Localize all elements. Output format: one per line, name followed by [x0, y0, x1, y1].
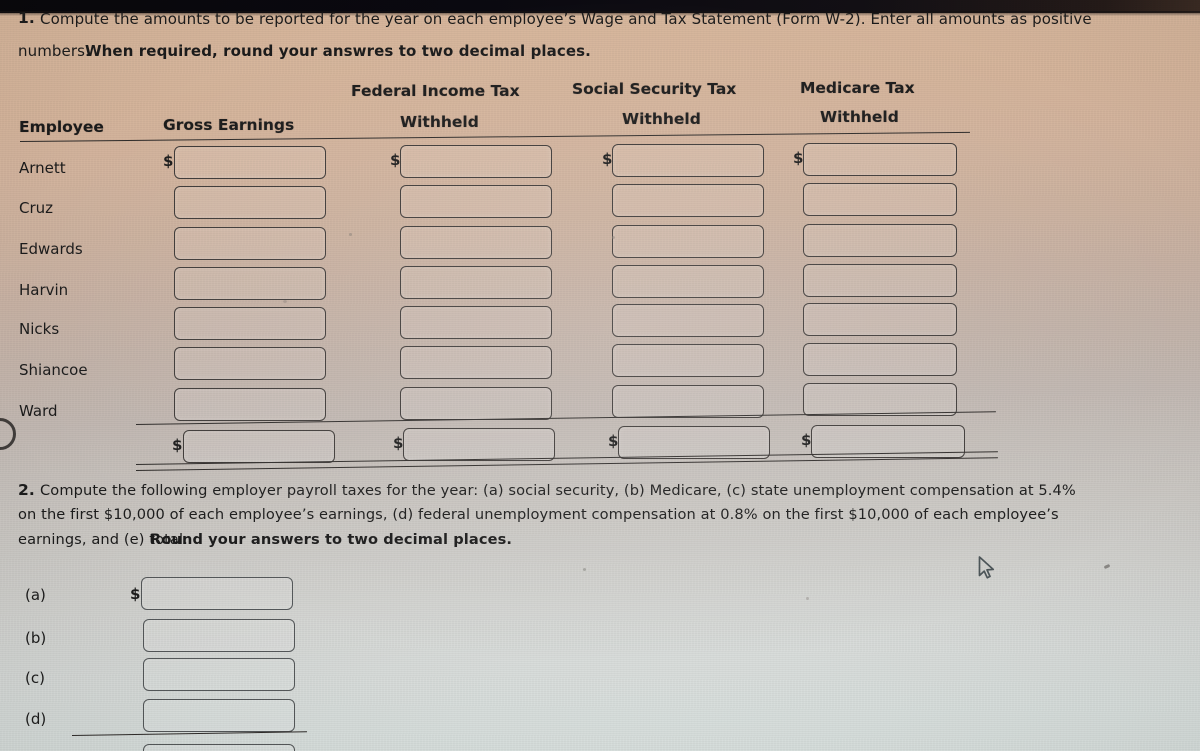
table-row-label-2: Edwards — [19, 240, 83, 258]
column-header-employee: Employee — [19, 118, 104, 136]
currency-symbol-sst-0: $ — [602, 150, 613, 168]
input-social-security-tax-5[interactable] — [612, 344, 764, 377]
input-federal-income-tax-5[interactable] — [400, 346, 552, 379]
photo-speck — [1103, 563, 1111, 570]
input-medicare-tax-5[interactable] — [803, 343, 957, 376]
table-row-label-1: Cruz — [19, 199, 54, 217]
input-social-security-tax-2[interactable] — [612, 225, 764, 258]
input-medicare-tax-3[interactable] — [803, 264, 957, 297]
column-header-social-security-tax-line2: Withheld — [622, 110, 701, 128]
screenshot-photo-of-screen: 1. Compute the amounts to be reported fo… — [0, 0, 1200, 751]
input-answer-d[interactable] — [143, 699, 295, 732]
input-gross-earnings-5[interactable] — [174, 347, 326, 380]
currency-symbol-sst-total: $ — [608, 432, 619, 450]
answers-subtotal-rule — [71, 731, 307, 736]
input-medicare-tax-1[interactable] — [803, 183, 957, 216]
input-federal-income-tax-1[interactable] — [400, 185, 552, 218]
input-federal-income-tax-0[interactable] — [400, 145, 552, 178]
input-social-security-tax-0[interactable] — [612, 144, 764, 177]
answer-label-a: (a) — [25, 586, 46, 604]
question-1-line-2-bold: When required, round your answres to two… — [85, 42, 591, 60]
currency-symbol-med-total: $ — [801, 431, 812, 449]
input-federal-income-tax-3[interactable] — [400, 266, 552, 299]
input-federal-income-tax-2[interactable] — [400, 226, 552, 259]
table-row-label-6: Ward — [19, 402, 58, 420]
cropped-circle-artifact — [0, 418, 16, 450]
input-federal-income-tax-total[interactable] — [403, 428, 555, 461]
input-medicare-tax-4[interactable] — [803, 303, 957, 336]
column-header-medicare-tax-line2: Withheld — [820, 108, 899, 126]
input-federal-income-tax-6[interactable] — [400, 387, 552, 420]
table-row-label-5: Shiancoe — [19, 361, 88, 379]
input-social-security-tax-3[interactable] — [612, 265, 764, 298]
column-header-social-security-tax-line1: Social Security Tax — [572, 80, 737, 98]
mouse-pointer-icon — [978, 556, 995, 580]
input-gross-earnings-0[interactable] — [174, 146, 326, 179]
table-row-label-3: Harvin — [19, 281, 69, 299]
input-social-security-tax-1[interactable] — [612, 184, 764, 217]
currency-symbol-fit-0: $ — [390, 151, 401, 169]
photo-speck — [583, 568, 586, 571]
input-answer-b[interactable] — [143, 619, 295, 652]
input-social-security-tax-6[interactable] — [612, 385, 764, 418]
input-gross-earnings-6[interactable] — [174, 388, 326, 421]
question-2-line-2: on the first $10,000 of each employee’s … — [18, 506, 1059, 523]
photo-speck — [283, 300, 287, 303]
input-medicare-tax-0[interactable] — [803, 143, 957, 176]
table-row-label-4: Nicks — [19, 320, 60, 338]
photo-speck — [612, 236, 615, 239]
question-1-number: 1. — [18, 9, 35, 27]
input-medicare-tax-6[interactable] — [803, 383, 957, 416]
column-header-federal-income-tax-line2: Withheld — [400, 113, 479, 131]
question-2-line-3-bold: Round your answers to two decimal places… — [150, 531, 513, 548]
input-gross-earnings-total[interactable] — [183, 430, 335, 463]
input-gross-earnings-2[interactable] — [174, 227, 326, 260]
input-gross-earnings-4[interactable] — [174, 307, 326, 340]
answer-label-b: (b) — [25, 629, 47, 647]
question-1-line-2-regular: numbers. — [18, 42, 90, 60]
input-medicare-tax-2[interactable] — [803, 224, 957, 257]
currency-symbol-med-0: $ — [793, 149, 804, 167]
currency-symbol-gross-total: $ — [172, 436, 183, 454]
input-social-security-tax-4[interactable] — [612, 304, 764, 337]
column-header-gross-earnings: Gross Earnings — [163, 116, 295, 134]
currency-symbol-answer-a: $ — [130, 585, 141, 603]
input-gross-earnings-3[interactable] — [174, 267, 326, 300]
table-row-label-0: Arnett — [19, 159, 66, 177]
currency-symbol-gross-0: $ — [163, 152, 174, 170]
currency-symbol-fit-total: $ — [393, 434, 404, 452]
answer-label-c: (c) — [25, 669, 45, 687]
question-2-number: 2. — [18, 481, 35, 499]
photo-speck — [349, 233, 352, 236]
input-gross-earnings-1[interactable] — [174, 186, 326, 219]
input-federal-income-tax-4[interactable] — [400, 306, 552, 339]
input-answer-e[interactable] — [143, 744, 295, 751]
input-answer-a[interactable] — [141, 577, 293, 610]
column-header-federal-income-tax-line1: Federal Income Tax — [351, 82, 520, 100]
input-answer-c[interactable] — [143, 658, 295, 691]
question-1-line-1: Compute the amounts to be reported for t… — [40, 10, 1092, 28]
column-header-medicare-tax-line1: Medicare Tax — [800, 79, 915, 97]
answer-label-d: (d) — [25, 710, 47, 728]
photo-speck — [806, 597, 809, 600]
question-2-line-1: Compute the following employer payroll t… — [40, 482, 1076, 499]
